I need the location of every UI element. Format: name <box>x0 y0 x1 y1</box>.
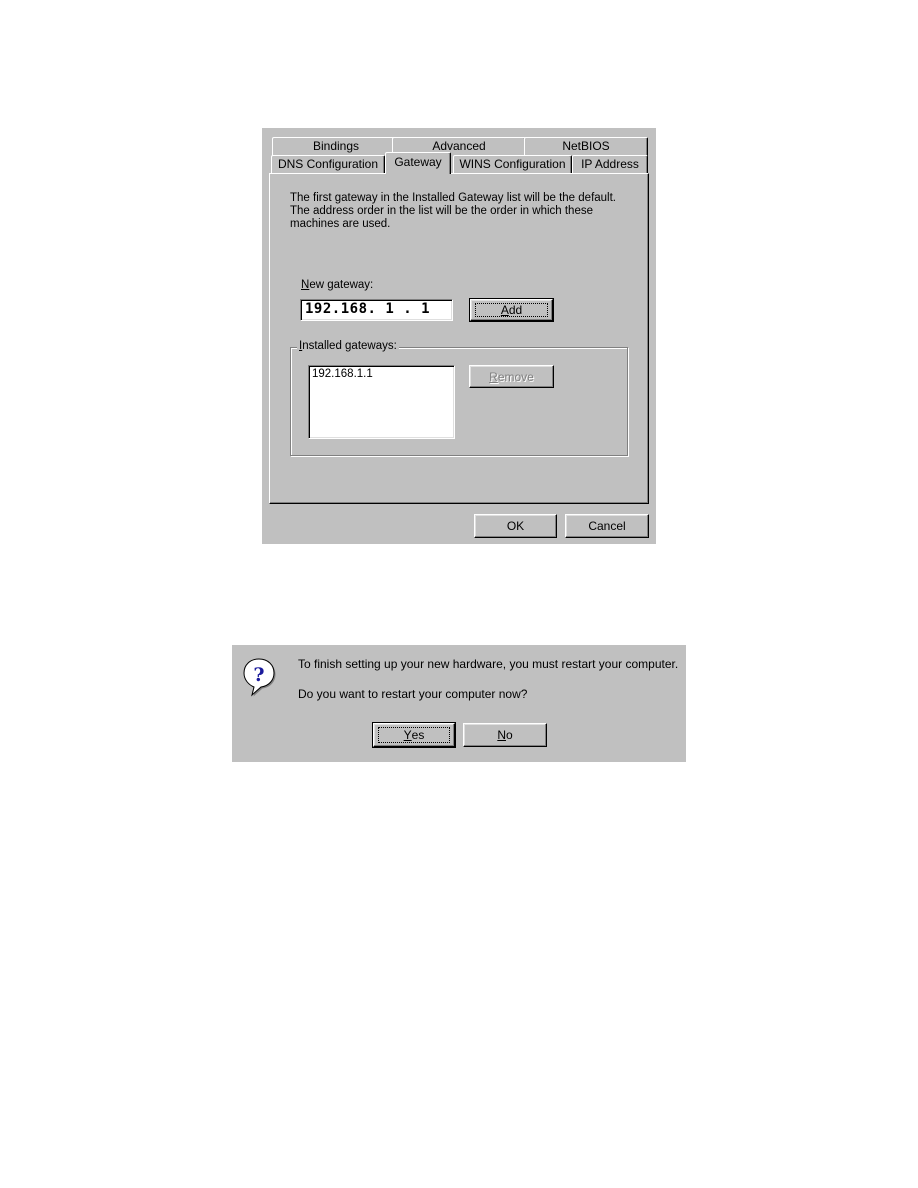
ok-button[interactable]: OK <box>474 514 557 538</box>
cancel-button[interactable]: Cancel <box>565 514 649 538</box>
tab-netbios[interactable]: NetBIOS <box>524 137 648 156</box>
button-label: o <box>505 728 513 742</box>
button-label: dd <box>508 303 523 317</box>
accelerator-key: R <box>489 369 498 384</box>
label-text: nstalled gateways: <box>302 340 397 352</box>
installed-gateways-group: Installed gateways: 192.168.1.1 Remove <box>290 340 628 456</box>
description-line: The address order in the list will be th… <box>290 205 593 217</box>
restart-message: To finish setting up your new hardware, … <box>298 657 679 671</box>
installed-gateways-list[interactable]: 192.168.1.1 <box>308 365 455 439</box>
question-icon: ? <box>242 657 276 697</box>
label-text: ew gateway: <box>309 279 374 291</box>
add-gateway-button[interactable]: Add <box>469 298 554 322</box>
ip-dot: . <box>331 301 341 317</box>
yes-button[interactable]: Yes <box>372 722 456 748</box>
question-bubble-icon: ? <box>243 658 276 697</box>
no-button[interactable]: No <box>463 723 547 747</box>
accelerator-key: A <box>500 303 509 317</box>
new-gateway-ip-input[interactable]: 192.168. 1 . 1 <box>300 299 453 321</box>
description-line: The first gateway in the Installed Gatew… <box>290 192 616 204</box>
ip-dot: . <box>367 301 386 317</box>
restart-confirmation-dialog: ? To finish setting up your new hardware… <box>232 645 686 762</box>
button-label: emove <box>497 369 534 384</box>
ip-octet-2[interactable]: 168 <box>341 301 368 317</box>
new-gateway-label: New gateway: <box>301 279 373 291</box>
ip-octet-4[interactable]: 1 <box>421 301 430 317</box>
ip-octet-3[interactable]: 1 <box>385 301 394 317</box>
accelerator-key: N <box>497 728 506 742</box>
list-item[interactable]: 192.168.1.1 <box>312 368 451 381</box>
button-label: es <box>411 728 425 742</box>
remove-gateway-button[interactable]: Remove <box>469 365 554 388</box>
tab-ip-address[interactable]: IP Address <box>572 155 648 174</box>
ip-octet-1[interactable]: 192 <box>305 301 332 317</box>
tab-gateway[interactable]: Gateway <box>385 152 451 174</box>
accelerator-key: Y <box>403 728 412 742</box>
svg-text:?: ? <box>253 664 264 686</box>
description-line: machines are used. <box>290 218 391 230</box>
tab-bindings[interactable]: Bindings <box>272 137 400 156</box>
restart-question: Do you want to restart your computer now… <box>298 687 528 701</box>
ip-dot: . <box>394 301 422 317</box>
gateway-description: The first gateway in the Installed Gatew… <box>290 192 645 231</box>
tab-wins-configuration[interactable]: WINS Configuration <box>453 155 572 174</box>
tcpip-properties-dialog: Bindings Advanced NetBIOS DNS Configurat… <box>262 128 656 544</box>
tab-dns-configuration[interactable]: DNS Configuration <box>271 155 385 174</box>
installed-gateways-label: Installed gateways: <box>297 340 399 352</box>
gateway-tab-panel: The first gateway in the Installed Gatew… <box>269 173 649 504</box>
